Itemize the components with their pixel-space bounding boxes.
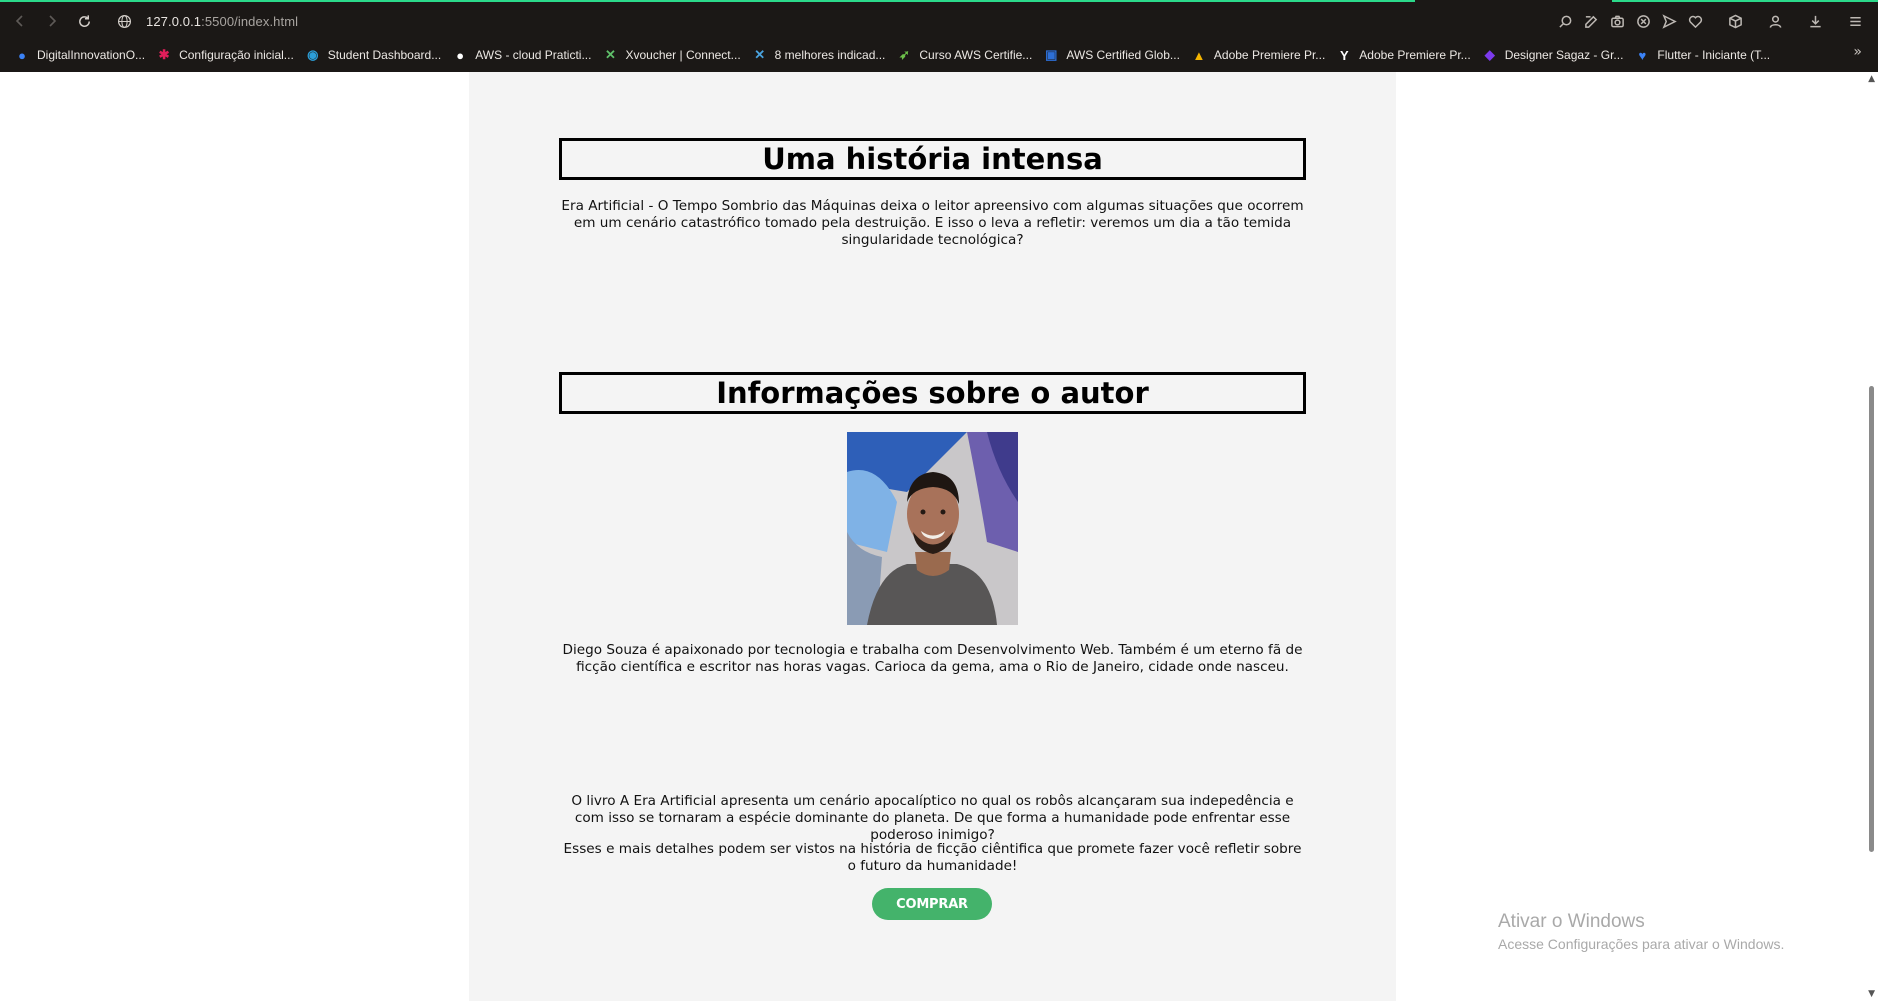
bookmark-label: Student Dashboard... (327, 48, 442, 62)
bookmark-label: DigitalInnovationO... (37, 48, 146, 62)
buy-button[interactable]: COMPRAR (872, 888, 992, 920)
bookmark-label: Adobe Premiere Pr... (1213, 48, 1326, 62)
author-photo (847, 432, 1018, 625)
bookmark-label: Designer Sagaz - Gr... (1504, 48, 1624, 62)
bookmark-item[interactable]: ◉ Student Dashboard... (301, 44, 447, 66)
adblock-icon[interactable] (1630, 8, 1656, 34)
globe-icon[interactable] (114, 11, 134, 31)
heart-blue-icon: ♥ (1638, 47, 1647, 63)
bookmark-item[interactable]: ● DigitalInnovationO... (10, 44, 151, 66)
windows-activation-subtitle: Acesse Configurações para ativar o Windo… (1498, 936, 1785, 952)
page-viewport: Uma história intensa Era Artificial - O … (0, 72, 1878, 1001)
reload-button[interactable] (68, 5, 100, 37)
page-content-column: Uma história intensa Era Artificial - O … (469, 72, 1396, 1001)
back-button[interactable] (4, 5, 36, 37)
bookmark-item[interactable]: ▲ Adobe Premiere Pr... (1187, 44, 1331, 66)
bookmark-item[interactable]: ◆ Designer Sagaz - Gr... (1478, 44, 1630, 66)
bookmark-label: Adobe Premiere Pr... (1359, 48, 1471, 62)
arrow-right-icon (49, 15, 57, 27)
edit-icon[interactable] (1578, 8, 1604, 34)
page-scrollbar[interactable]: ▲ ▼ (1864, 72, 1878, 1001)
bookmark-label: AWS Certified Glob... (1066, 48, 1180, 62)
story-heading: Uma história intensa (559, 138, 1306, 180)
bookmark-label: AWS - cloud Praticti... (475, 48, 592, 62)
windows-activation-title: Ativar o Windows (1498, 911, 1645, 932)
scroll-up-icon[interactable]: ▲ (1868, 74, 1875, 84)
designer-icon: ◆ (1484, 47, 1495, 62)
bookmark-item[interactable]: ✱ Configuração inicial... (152, 44, 300, 66)
eye-icon: ◉ (307, 47, 319, 62)
bookmarks-bar: ● DigitalInnovationO... ✱ Configuração inic… (0, 42, 1878, 68)
forward-button[interactable] (36, 5, 68, 37)
bookmark-label: Configuração inicial... (179, 48, 294, 62)
heart-icon[interactable] (1682, 8, 1708, 34)
camera-icon[interactable] (1604, 8, 1630, 34)
slack-icon: ✱ (158, 47, 170, 62)
bookmark-label: Flutter - Iniciante (T... (1657, 48, 1771, 62)
send-icon[interactable] (1656, 8, 1682, 34)
find-icon[interactable] (1552, 8, 1578, 34)
ya-icon: Y (1339, 47, 1349, 63)
browser-chrome: 127.0.0.1:5500/index.html ● DigitalInnova… (0, 0, 1878, 72)
bird-icon: ➶ (898, 47, 910, 62)
x-icon: ✕ (605, 47, 616, 62)
download-icon[interactable] (1802, 8, 1828, 34)
bookmark-item[interactable]: ➶ Curso AWS Certifie... (892, 44, 1038, 66)
reload-icon (78, 14, 90, 27)
x-blue-icon: ✕ (754, 47, 766, 62)
book-description: O livro A Era Artificial apresenta um ce… (571, 793, 1294, 843)
cube-icon[interactable] (1722, 8, 1748, 34)
github-icon: ● (456, 47, 465, 63)
url-host: 127.0.0.1 (146, 13, 202, 29)
menu-icon[interactable] (1842, 8, 1868, 34)
author-heading: Informações sobre o autor (559, 372, 1306, 414)
dio-icon: ● (18, 47, 26, 63)
chevron-double-right-icon[interactable]: » (1853, 44, 1862, 60)
url-path: :5500/index.html (201, 13, 299, 29)
browser-toolbar (1552, 2, 1868, 40)
bookmark-label: Xvoucher | Connect... (625, 48, 741, 62)
card-icon: ▣ (1045, 47, 1058, 62)
author-bio: Diego Souza é apaixonado por tecnologia … (562, 642, 1303, 675)
scrollbar-thumb[interactable] (1869, 386, 1874, 852)
bookmark-item[interactable]: ● AWS - cloud Praticti... (448, 44, 597, 66)
bookmark-item[interactable]: Y Adobe Premiere Pr... (1332, 44, 1476, 66)
bookmark-item[interactable]: ✕ 8 melhores indicad... (748, 44, 892, 66)
bookmark-label: Curso AWS Certifie... (919, 48, 1033, 62)
profile-icon[interactable] (1762, 8, 1788, 34)
scroll-down-icon[interactable]: ▼ (1868, 989, 1875, 999)
arrow-left-icon (15, 15, 23, 27)
drive-icon: ▲ (1192, 47, 1206, 63)
book-teaser: Esses e mais detalhes podem ser vistos n… (563, 841, 1302, 874)
bookmark-item[interactable]: ♥ Flutter - Iniciante (T... (1630, 44, 1776, 66)
bookmark-item[interactable]: ✕ Xvoucher | Connect... (598, 44, 746, 66)
bookmark-label: 8 melhores indicad... (774, 48, 886, 62)
story-text: Era Artificial - O Tempo Sombrio das Máq… (561, 198, 1304, 248)
address-bar-row: 127.0.0.1:5500/index.html (0, 2, 1878, 40)
bookmark-item[interactable]: ▣ AWS Certified Glob... (1039, 44, 1186, 66)
url-field[interactable]: 127.0.0.1:5500/index.html (146, 14, 298, 29)
